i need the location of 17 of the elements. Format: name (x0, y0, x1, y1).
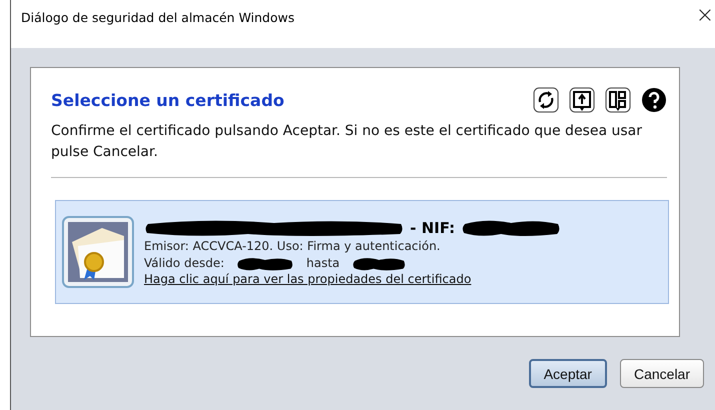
properties-link[interactable]: Haga clic aquí para ver las propiedades del certificado (144, 272, 562, 286)
dialog-button[interactable]: Cancelar (620, 359, 704, 388)
layout-icon[interactable] (605, 87, 631, 113)
upload-icon[interactable] (569, 87, 595, 113)
certificate-text: hasta (306, 255, 340, 272)
close-button[interactable]: × (695, 2, 715, 28)
help-icon[interactable] (641, 87, 667, 113)
certificate-text: - NIF: (410, 219, 456, 237)
window-title: Diálogo de seguridad del almacén Windows (21, 10, 295, 24)
certificate-item[interactable]: - NIF: Emisor: ACCVCA-120. Uso: Firma y autenticación. Válido desde: hasta Haga clic aquí para ver las propiedades del certificado (55, 200, 669, 304)
dialog-button[interactable]: Aceptar (528, 359, 607, 388)
certificate-text: Válido desde: (144, 255, 224, 272)
dialog-heading: Seleccione un certificado (51, 90, 284, 110)
certificate-icon (62, 216, 134, 288)
refresh-icon[interactable] (533, 87, 559, 113)
issuer-text: Emisor: ACCVCA-120. Uso: Firma y autenticación. (144, 238, 442, 255)
instructions-text: Confirme el certificado pulsando Aceptar. Si no es este el certificado que desea usar pulse Cancelar. (51, 122, 643, 162)
